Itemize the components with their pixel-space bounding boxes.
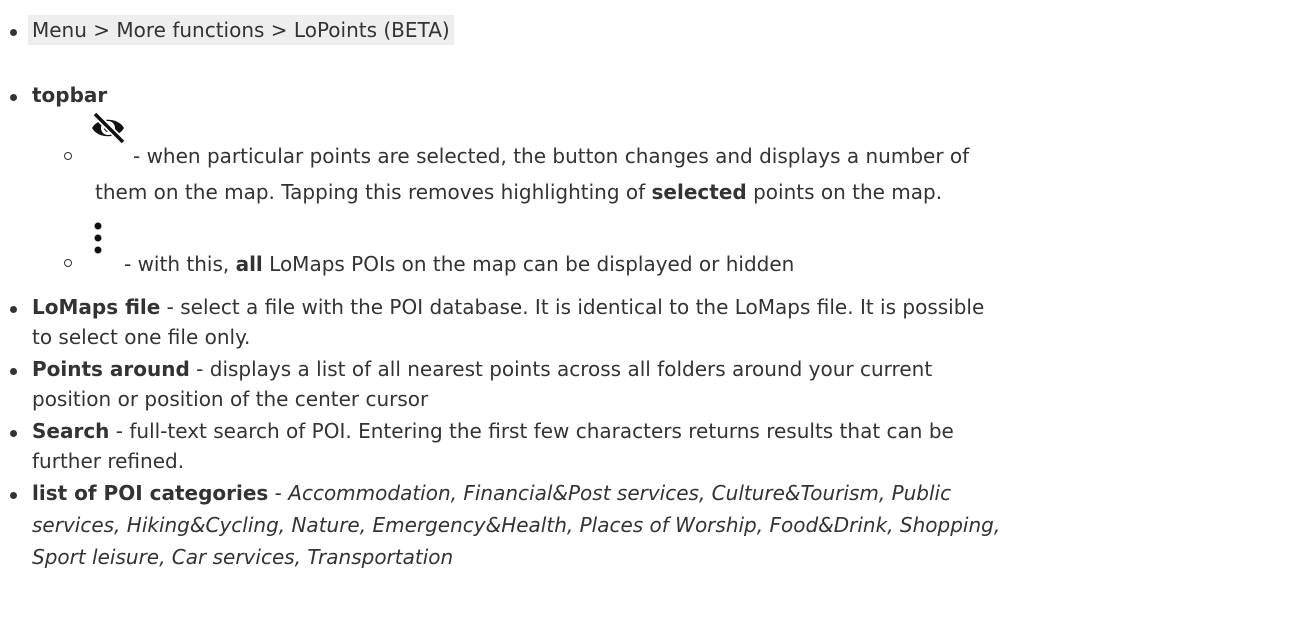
poi-categories-list-2: services, Hiking&Cycling, Nature, Emerge… <box>32 513 1001 537</box>
topbar-heading: topbar <box>32 83 108 107</box>
points-around-desc-1: - displays a list of all nearest points … <box>189 357 933 381</box>
menu-item-text: - with this, all LoMaps POIs on the map … <box>124 248 794 280</box>
poi-categories-dash: - <box>268 481 289 505</box>
hide-item-desc-b: points on the map. <box>746 180 943 204</box>
bullet <box>10 29 17 36</box>
menu-item-bold: all <box>235 252 263 276</box>
hide-item-desc-a: them on the map. Tapping this removes hi… <box>95 180 652 204</box>
bullet <box>10 430 17 437</box>
poi-categories-term: list of POI categories <box>32 481 269 505</box>
more-vertical-icon <box>94 222 102 254</box>
hide-item-desc: - when particular points are selected, t… <box>133 144 970 168</box>
bullet <box>10 306 17 313</box>
search-desc-2: further refined. <box>32 449 185 473</box>
menu-item-desc-b: LoMaps POIs on the map can be displayed … <box>262 252 795 276</box>
hide-item-text-2: them on the map. Tapping this removes hi… <box>95 176 942 208</box>
points-around-term: Points around <box>32 357 190 381</box>
poi-categories-list-1: Accommodation, Financial&Post services, … <box>288 481 952 505</box>
lomaps-file-desc-2: to select one file only. <box>32 325 251 349</box>
sub-bullet <box>64 152 72 160</box>
hide-item-text-1: - when particular points are selected, t… <box>133 140 969 172</box>
search-term: Search <box>32 419 110 443</box>
eye-off-icon <box>92 111 126 145</box>
search-desc-1: - full-text search of POI. Entering the … <box>109 419 954 443</box>
hide-item-bold: selected <box>651 180 747 204</box>
points-around-desc-2: position or position of the center curso… <box>32 387 429 411</box>
lomaps-file-term: LoMaps file <box>32 295 161 319</box>
menu-item-desc-a: - with this, <box>124 252 236 276</box>
poi-categories-list-3: Sport leisure, Car services, Transportat… <box>32 545 454 569</box>
documentation-page: Menu > More functions > LoPoints (BETA) … <box>0 0 1313 631</box>
lomaps-file-desc-1: - select a file with the POI database. I… <box>160 295 985 319</box>
bullet <box>10 94 17 101</box>
sub-bullet <box>64 259 72 267</box>
bullet <box>10 492 17 499</box>
bullet <box>10 368 17 375</box>
breadcrumb: Menu > More functions > LoPoints (BETA) <box>28 15 454 45</box>
